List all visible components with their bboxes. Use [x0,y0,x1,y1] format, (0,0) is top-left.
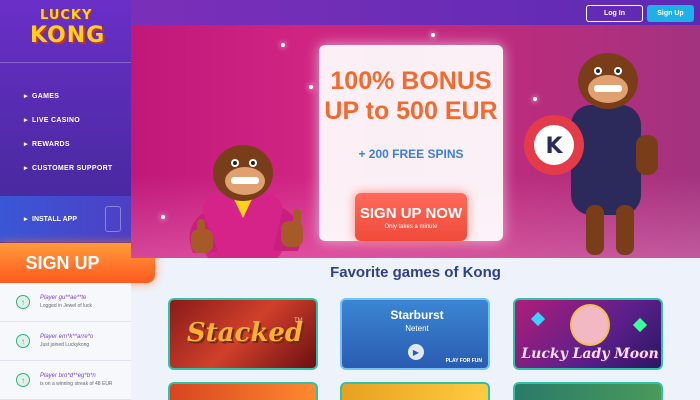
svg-text:K: K [545,134,563,159]
game-provider: Netent [405,324,429,333]
nav-divider [0,62,131,63]
sparkle-icon [161,215,165,219]
sparkle-icon [309,85,313,89]
gem-icon [530,311,546,327]
feed-player-name: Player gu**ae**te [40,295,87,301]
trademark-mark: TM [294,318,303,324]
signup-now-sublabel: Only takes a minute [384,223,438,230]
sparkle-icon [431,33,435,37]
login-button[interactable]: Log In [586,5,643,22]
bullet-icon: ▸ [24,216,28,223]
logo-line2: KONG [30,23,106,48]
play-for-fun-link[interactable]: PLAY FOR FUN [446,358,482,364]
sidebar-item-customer-support[interactable]: ▸ CUSTOMER SUPPORT [0,156,131,180]
feed-item: ↑ Player bro*d**eg*b*n is on a winning s… [0,361,131,400]
game-tile-starburst[interactable]: Starburst Netent ▶ PLAY FOR FUN [340,298,490,370]
sidebar-item-label: CUSTOMER SUPPORT [32,164,113,172]
sidebar-nav: ▸ GAMES ▸ LIVE CASINO ▸ REWARDS ▸ CUSTOM… [0,84,131,180]
feed-detail: Just joined Luckykong [40,342,90,348]
phone-icon [105,206,121,232]
feed-player-name: Player em*k**arre*o [40,334,94,340]
sidebar-item-label: GAMES [32,92,60,100]
game-tile-partial[interactable] [513,382,663,400]
arrow-up-icon: ↑ [16,373,30,387]
signup-now-label: SIGN UP NOW [359,204,463,222]
sidebar-item-label: LIVE CASINO [32,116,81,124]
game-tile-partial[interactable] [340,382,490,400]
promo-card: 100% BONUS UP to 500 EUR + 200 FREE SPIN… [319,45,503,241]
feed-detail: Logged in Jewel of luck [40,303,92,309]
bullet-icon: ▸ [24,141,28,148]
sidebar-item-rewards[interactable]: ▸ REWARDS [0,132,131,156]
bullet-icon: ▸ [24,165,28,172]
top-bar: Log In Sign Up [131,0,700,25]
install-app-label: INSTALL APP [32,215,77,223]
promo-amount: UP to 500 EUR [324,97,498,125]
logo-line1: LUCKY [40,8,93,23]
lucky-kong-logo[interactable]: LUCKY KONG [18,6,118,54]
favorites-title: Favorite games of Kong [330,264,501,281]
feed-player-name: Player bro*d**eg*b*n [40,373,96,379]
sparkle-icon [281,43,285,47]
play-icon[interactable]: ▶ [408,344,424,360]
signup-now-button[interactable]: SIGN UP NOW Only takes a minute [355,193,467,241]
sidebar-item-label: REWARDS [32,140,70,148]
kong-mascot-left [189,145,303,258]
game-tile-partial[interactable] [168,382,318,400]
hero-banner: 100% BONUS UP to 500 EUR + 200 FREE SPIN… [131,25,700,258]
game-tile-lucky-lady-moon[interactable]: Lucky Lady Moon [513,298,663,370]
game-title: Lucky Lady Moon [521,346,659,362]
activity-feed: ↑ Player gu**ae**te Logged in Jewel of l… [0,283,131,400]
bullet-icon: ▸ [24,93,28,100]
arrow-up-icon: ↑ [16,295,30,309]
feed-item: ↑ Player gu**ae**te Logged in Jewel of l… [0,283,131,322]
feed-item: ↑ Player em*k**arre*o Just joined Luckyk… [0,322,131,361]
arrow-up-icon: ↑ [16,334,30,348]
sidebar-item-games[interactable]: ▸ GAMES [0,84,131,108]
signup-button[interactable]: Sign Up [647,5,694,22]
game-tile-stacked[interactable]: Stacked TM [168,298,318,370]
kong-mascot-right: K [524,53,658,255]
sidebar-item-live-casino[interactable]: ▸ LIVE CASINO [0,108,131,132]
bullet-icon: ▸ [24,117,28,124]
install-app-button[interactable]: ▸ INSTALL APP [0,196,131,242]
gem-icon [632,317,648,333]
lady-portrait [570,304,610,346]
feed-detail: is on a winning streak of 48 EUR [40,381,113,387]
game-title: Starburst [390,308,444,322]
sidebar-signup-label: SIGN UP [25,252,100,273]
promo-headline: 100% BONUS [330,67,492,95]
promo-free-spins: + 200 FREE SPINS [358,147,464,161]
